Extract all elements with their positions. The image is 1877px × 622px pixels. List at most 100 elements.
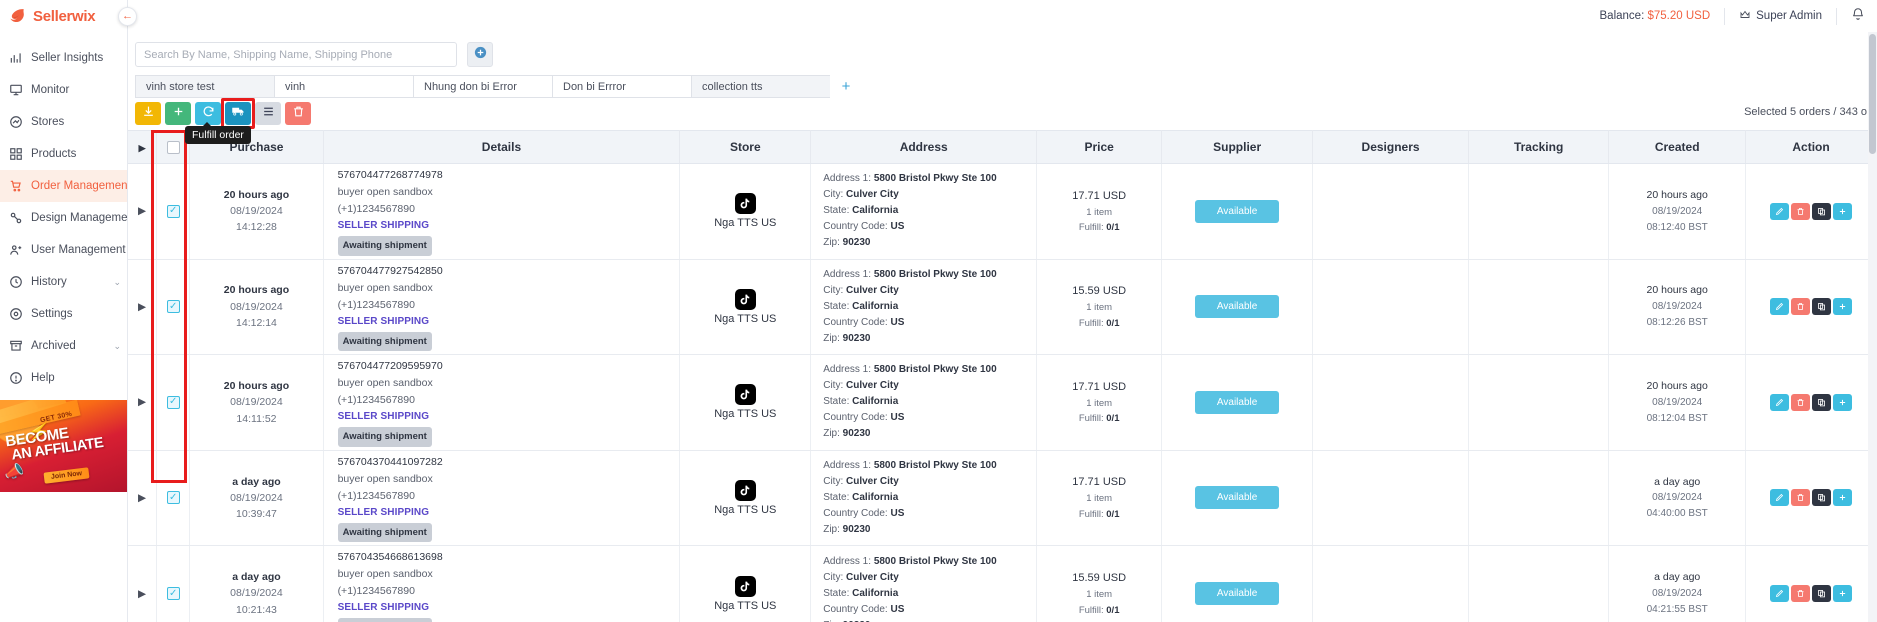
delete-row-button[interactable] — [1791, 298, 1811, 316]
edit-row-button[interactable] — [1770, 489, 1790, 507]
tab-don-bi-errror[interactable]: Don bi Errror — [552, 75, 691, 98]
row-checkbox[interactable]: ✓ — [166, 204, 180, 218]
shipping-type: SELLER SHIPPING — [337, 506, 430, 518]
column-designers[interactable]: Designers — [1312, 130, 1469, 164]
column-store[interactable]: Store — [679, 130, 812, 164]
megaphone-icon: 📣 — [2, 462, 26, 483]
price-amount: 17.71 USD — [1072, 476, 1127, 489]
duplicate-row-button[interactable] — [1812, 393, 1832, 411]
column-supplier[interactable]: Supplier — [1161, 130, 1314, 164]
duplicate-row-button[interactable] — [1812, 489, 1832, 507]
tab-vinh-store-test[interactable]: vinh store test — [135, 75, 274, 98]
column-price[interactable]: Price — [1036, 130, 1163, 164]
column-address[interactable]: Address — [810, 130, 1038, 164]
sidebar-collapse-button[interactable]: ← — [118, 7, 137, 26]
edit-row-button[interactable] — [1770, 298, 1790, 316]
row-checkbox[interactable]: ✓ — [166, 395, 180, 409]
sidebar-item-settings[interactable]: Settings — [0, 298, 127, 330]
sidebar-item-history[interactable]: History ⌄ — [0, 266, 127, 298]
supplier-available-button[interactable]: Available — [1194, 295, 1280, 319]
sidebar-item-help[interactable]: Help — [0, 362, 127, 394]
row-select-cell[interactable]: ✓ — [156, 259, 191, 356]
table-row[interactable]: ▶ ✓ 20 hours ago 08/19/2024 14:12:28 576… — [128, 163, 1877, 260]
affiliate-banner[interactable]: ⚡ GET 30% BECOME AN AFFILIATE 📣 Join Now — [0, 400, 127, 492]
sidebar-item-archived[interactable]: Archived ⌄ — [0, 330, 127, 362]
row-select-cell[interactable]: ✓ — [156, 450, 191, 547]
export-button[interactable] — [135, 102, 161, 125]
row-checkbox[interactable]: ✓ — [166, 587, 180, 601]
sidebar-item-label: Seller Insights — [31, 52, 104, 64]
column-action[interactable]: Action — [1745, 130, 1877, 164]
add-row-button[interactable] — [1833, 298, 1853, 316]
duplicate-row-button[interactable] — [1812, 585, 1832, 603]
delete-row-button[interactable] — [1791, 585, 1811, 603]
add-order-button[interactable] — [165, 102, 191, 125]
edit-row-button[interactable] — [1770, 393, 1790, 411]
brand[interactable]: Sellerwix — [0, 0, 127, 32]
supplier-available-button[interactable]: Available — [1194, 390, 1280, 414]
delete-row-button[interactable] — [1791, 489, 1811, 507]
tab-nhung-don-bi-error[interactable]: Nhung don bi Error — [413, 75, 552, 98]
table-row[interactable]: ▶ ✓ a day ago 08/19/2024 10:39:47 576704… — [128, 450, 1877, 547]
address-line1-label: Address 1: — [823, 268, 872, 280]
scrollbar-thumb[interactable] — [1869, 34, 1876, 154]
delete-row-button[interactable] — [1791, 202, 1811, 220]
chevron-right-icon: ▶ — [138, 143, 146, 153]
table-row[interactable]: ▶ ✓ a day ago 08/19/2024 10:21:43 576704… — [128, 545, 1877, 622]
tab-vinh[interactable]: vinh — [274, 75, 413, 98]
row-expand-button[interactable]: ▶ — [128, 163, 158, 260]
column-created[interactable]: Created — [1608, 130, 1747, 164]
add-row-button[interactable] — [1833, 489, 1853, 507]
column-details[interactable]: Details — [323, 130, 681, 164]
supplier-available-button[interactable]: Available — [1194, 486, 1280, 510]
row-expand-button[interactable]: ▶ — [128, 259, 158, 356]
row-checkbox[interactable]: ✓ — [166, 491, 180, 505]
purchase-date: 08/19/2024 — [230, 587, 283, 600]
add-row-button[interactable] — [1833, 393, 1853, 411]
add-tab-button[interactable]: + — [830, 75, 856, 98]
created-date: 08/19/2024 — [1652, 492, 1703, 504]
duplicate-row-button[interactable] — [1812, 202, 1832, 220]
banner-cta-button[interactable]: Join Now — [43, 467, 90, 484]
notifications-button[interactable] — [1837, 7, 1865, 26]
search-input[interactable] — [135, 42, 457, 67]
sidebar-item-user-management[interactable]: User Management ⌄ — [0, 234, 127, 266]
add-row-button[interactable] — [1833, 202, 1853, 220]
select-all-checkbox[interactable] — [166, 140, 180, 154]
sidebar-item-stores[interactable]: Stores — [0, 106, 127, 138]
row-select-cell[interactable]: ✓ — [156, 163, 191, 260]
row-expand-button[interactable]: ▶ — [128, 354, 158, 451]
add-row-button[interactable] — [1833, 585, 1853, 603]
columns-button[interactable] — [255, 102, 281, 125]
edit-row-button[interactable] — [1770, 585, 1790, 603]
sidebar-item-order-management[interactable]: Order Management — [0, 170, 127, 202]
trash-icon — [292, 105, 305, 123]
account-menu[interactable]: Super Admin — [1725, 9, 1836, 24]
row-select-cell[interactable]: ✓ — [156, 354, 191, 451]
search-add-button[interactable] — [467, 42, 493, 67]
expand-all-header[interactable]: ▶ — [128, 130, 158, 164]
row-expand-button[interactable]: ▶ — [128, 450, 158, 547]
sidebar-item-monitor[interactable]: Monitor — [0, 74, 127, 106]
edit-row-button[interactable] — [1770, 202, 1790, 220]
row-checkbox[interactable]: ✓ — [166, 300, 180, 314]
delete-row-button[interactable] — [1791, 393, 1811, 411]
price-cell: 15.59 USD 1 item Fulfill: 0/1 — [1036, 259, 1163, 356]
table-row[interactable]: ▶ ✓ 20 hours ago 08/19/2024 14:11:52 576… — [128, 354, 1877, 451]
sidebar-item-seller-insights[interactable]: Seller Insights — [0, 42, 127, 74]
column-tracking[interactable]: Tracking — [1468, 130, 1610, 164]
tab-collection-tts[interactable]: collection tts — [691, 75, 830, 98]
sidebar-item-design-management[interactable]: Design Management ⌄ — [0, 202, 127, 234]
vertical-scrollbar[interactable] — [1868, 32, 1877, 622]
supplier-available-button[interactable]: Available — [1194, 582, 1280, 606]
row-select-cell[interactable]: ✓ — [156, 545, 191, 622]
table-row[interactable]: ▶ ✓ 20 hours ago 08/19/2024 14:12:14 576… — [128, 259, 1877, 356]
store-cell: Nga TTS US — [679, 259, 812, 356]
sidebar-item-products[interactable]: Products — [0, 138, 127, 170]
fulfill-order-button[interactable] — [225, 102, 251, 125]
duplicate-row-button[interactable] — [1812, 298, 1832, 316]
shipping-type: SELLER SHIPPING — [337, 220, 430, 231]
row-expand-button[interactable]: ▶ — [128, 545, 158, 622]
delete-button[interactable] — [285, 102, 311, 125]
supplier-available-button[interactable]: Available — [1194, 199, 1280, 223]
